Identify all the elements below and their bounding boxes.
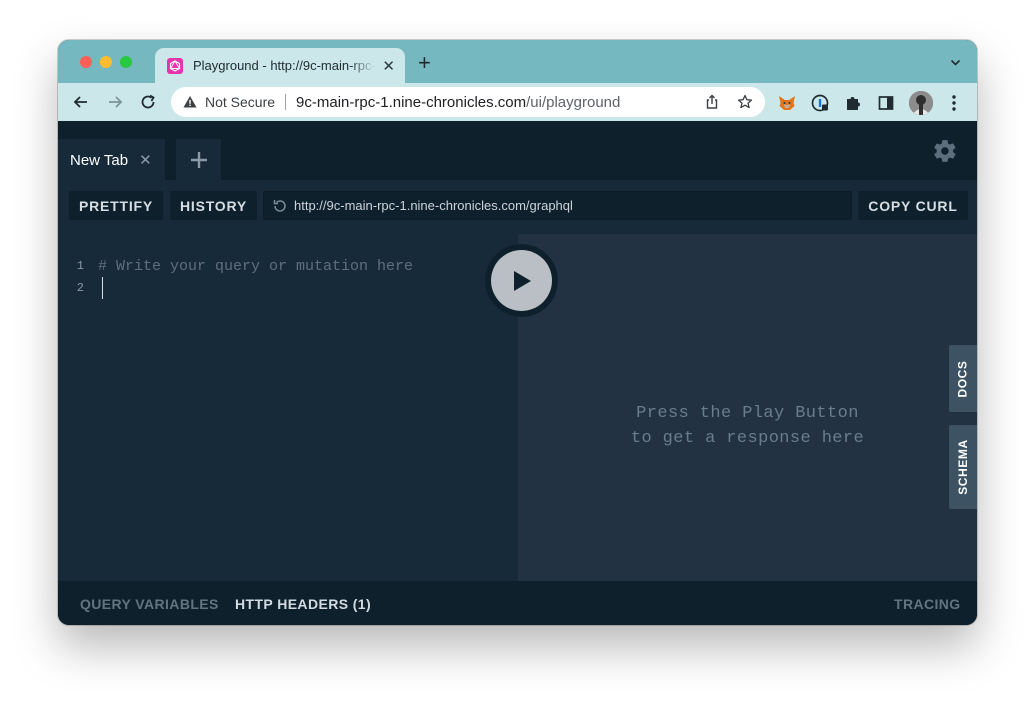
query-editor[interactable]: 1 # Write your query or mutation here 2 (58, 234, 518, 581)
schema-tab-label: SCHEMA (956, 439, 971, 495)
minimize-window-button[interactable] (100, 56, 112, 68)
forward-button[interactable] (104, 91, 126, 113)
reload-button[interactable] (137, 91, 159, 113)
url-path: /ui/playground (526, 93, 621, 111)
password-manager-icon[interactable] (810, 93, 830, 113)
puzzle-extension-icon[interactable] (843, 93, 863, 113)
add-tab-button[interactable] (176, 139, 221, 181)
editor-line: 2 (58, 277, 98, 299)
browser-window: Playground - http://9c-main-rpc-1.nine-c… (58, 40, 977, 625)
endpoint-url: http://9c-main-rpc-1.nine-chronicles.com… (294, 198, 573, 213)
copy-curl-button[interactable]: COPY CURL (858, 191, 968, 220)
result-placeholder: Press the Play Button to get a response … (518, 401, 977, 451)
playground-tab-title: New Tab (70, 151, 129, 169)
address-bar[interactable]: Not Secure 9c-main-rpc-1.nine-chronicles… (171, 87, 765, 117)
play-icon (513, 270, 531, 291)
playground-tab[interactable]: New Tab ✕ (58, 139, 165, 181)
schema-tab[interactable]: SCHEMA (949, 425, 977, 509)
url-host: 9c-main-rpc-1.nine-chronicles.com (296, 93, 527, 111)
kebab-menu-icon[interactable] (944, 93, 964, 113)
editor-line: 1 # Write your query or mutation here (58, 255, 413, 277)
gear-icon[interactable] (932, 138, 958, 164)
browser-tab-close-icon[interactable]: ✕ (382, 57, 395, 75)
share-icon[interactable] (704, 94, 720, 110)
new-browser-tab-button[interactable]: + (418, 52, 431, 74)
security-status[interactable]: Not Secure (205, 94, 275, 110)
warning-icon (183, 96, 197, 108)
history-button[interactable]: HISTORY (170, 191, 257, 220)
playground-tab-bar: New Tab ✕ (58, 121, 977, 181)
execute-query-button[interactable] (491, 250, 552, 311)
browser-tab-active[interactable]: Playground - http://9c-main-rpc-1.nine-c… (155, 48, 405, 83)
text-cursor (102, 277, 103, 299)
docs-tab[interactable]: DOCS (949, 345, 977, 412)
close-icon[interactable]: ✕ (139, 151, 152, 169)
zoom-window-button[interactable] (120, 56, 132, 68)
chevron-down-icon[interactable] (950, 57, 961, 68)
profile-avatar[interactable] (909, 91, 933, 115)
side-panel-icon[interactable] (876, 93, 896, 113)
plus-icon (190, 152, 207, 168)
back-arrow-icon (73, 96, 87, 108)
graphql-favicon-icon (167, 57, 183, 74)
star-icon[interactable] (737, 94, 753, 110)
back-button[interactable] (70, 91, 92, 113)
query-variables-tab[interactable]: QUERY VARIABLES (80, 596, 219, 612)
http-headers-tab[interactable]: HTTP HEADERS (1) (235, 596, 371, 612)
address-divider (285, 94, 287, 110)
forward-arrow-icon (109, 96, 123, 108)
playground-top-bar: PRETTIFY HISTORY http://9c-main-rpc-1.ni… (58, 180, 977, 234)
history-reload-icon[interactable] (272, 198, 288, 214)
line-number: 2 (76, 281, 84, 295)
graphql-playground: New Tab ✕ PRETTIFY HISTORY http://9c-mai… (58, 121, 977, 625)
docs-tab-label: DOCS (956, 359, 971, 398)
play-button-ring (485, 244, 558, 317)
playground-footer: QUERY VARIABLES HTTP HEADERS (1) TRACING (58, 581, 977, 625)
reload-icon (141, 94, 155, 109)
close-window-button[interactable] (80, 56, 92, 68)
tracing-tab[interactable]: TRACING (894, 596, 961, 612)
result-pane: Press the Play Button to get a response … (518, 234, 977, 581)
browser-tab-strip: Playground - http://9c-main-rpc-1.nine-c… (58, 40, 977, 83)
metamask-fox-icon[interactable] (777, 93, 797, 113)
prettify-button[interactable]: PRETTIFY (69, 191, 163, 220)
editor-comment: # Write your query or mutation here (98, 257, 414, 275)
browser-tab-title: Playground - http://9c-main-rpc-1.nine-c… (193, 58, 376, 73)
line-number: 1 (76, 259, 84, 273)
endpoint-input[interactable]: http://9c-main-rpc-1.nine-chronicles.com… (263, 191, 852, 220)
result-hint-line2: to get a response here (630, 429, 865, 448)
browser-toolbar: Not Secure 9c-main-rpc-1.nine-chronicles… (58, 83, 977, 121)
result-hint-line1: Press the Play Button (636, 404, 859, 423)
